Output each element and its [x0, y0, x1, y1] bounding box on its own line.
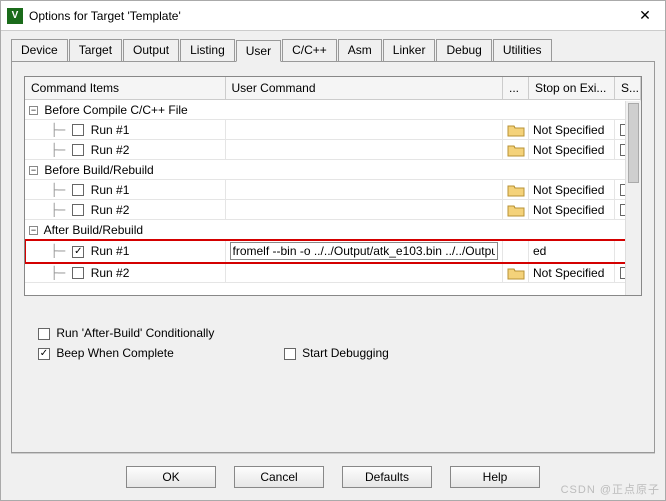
tree-toggle-icon[interactable]: −: [29, 166, 38, 175]
group-row[interactable]: − After Build/Rebuild: [25, 220, 641, 240]
tree-toggle-icon[interactable]: −: [29, 106, 38, 115]
ok-button[interactable]: OK: [126, 466, 216, 488]
help-button[interactable]: Help: [450, 466, 540, 488]
tabpanel-user: Command Items User Command ... Stop on E…: [11, 61, 655, 453]
tab-listing[interactable]: Listing: [180, 39, 235, 61]
tree-toggle-icon[interactable]: −: [29, 226, 38, 235]
run-checkbox[interactable]: [72, 184, 84, 196]
run-checkbox[interactable]: [72, 124, 84, 136]
stop-value: Not Specified: [533, 123, 604, 137]
browse-icon[interactable]: [507, 266, 525, 280]
scrollbar-thumb[interactable]: [628, 103, 639, 183]
run-label: Run #1: [91, 183, 130, 197]
group-row[interactable]: − Before Compile C/C++ File: [25, 100, 641, 120]
tab-target[interactable]: Target: [69, 39, 122, 61]
options-area: Run 'After-Build' Conditionally Beep Whe…: [24, 326, 642, 366]
table-row[interactable]: ├─ Run #2 Not Specified: [25, 263, 641, 283]
run-checkbox[interactable]: [72, 144, 84, 156]
tab-user[interactable]: User: [236, 40, 281, 62]
run-label: Run #1: [91, 244, 130, 258]
stop-value: ed: [533, 244, 546, 258]
table-row[interactable]: ├─ Run #1 ed: [25, 240, 641, 263]
grid-scrollbar[interactable]: [625, 101, 641, 295]
col-header-cmd[interactable]: User Command: [225, 77, 503, 100]
beep-label: Beep When Complete: [56, 346, 173, 360]
table-row[interactable]: ├─ Run #1 Not Specified: [25, 180, 641, 200]
stop-value: Not Specified: [533, 203, 604, 217]
user-command-input[interactable]: [230, 242, 499, 260]
run-checkbox[interactable]: [72, 246, 84, 258]
tab-linker[interactable]: Linker: [383, 39, 436, 61]
button-bar: OK Cancel Defaults Help: [11, 453, 655, 500]
start-debugging-label: Start Debugging: [302, 346, 389, 360]
command-grid: Command Items User Command ... Stop on E…: [24, 76, 642, 296]
table-row[interactable]: ├─ Run #2 Not Specified: [25, 200, 641, 220]
run-after-build-label: Run 'After-Build' Conditionally: [56, 326, 214, 340]
run-label: Run #2: [91, 203, 130, 217]
tab-device[interactable]: Device: [11, 39, 68, 61]
beep-checkbox[interactable]: [38, 348, 50, 360]
tab-ccpp[interactable]: C/C++: [282, 39, 337, 61]
close-icon: ✕: [639, 7, 651, 24]
stop-value: Not Specified: [533, 183, 604, 197]
col-header-stop[interactable]: Stop on Exi...: [529, 77, 615, 100]
dialog-window: V Options for Target 'Template' ✕ Device…: [0, 0, 666, 501]
tab-output[interactable]: Output: [123, 39, 179, 61]
browse-icon[interactable]: [507, 183, 525, 197]
tab-utilities[interactable]: Utilities: [493, 39, 552, 61]
table-row[interactable]: ├─ Run #1 Not Specified: [25, 120, 641, 140]
tab-asm[interactable]: Asm: [338, 39, 382, 61]
run-label: Run #1: [91, 123, 130, 137]
col-header-browse[interactable]: ...: [503, 77, 529, 100]
run-label: Run #2: [91, 266, 130, 280]
run-checkbox[interactable]: [72, 267, 84, 279]
app-icon: V: [7, 8, 23, 24]
col-header-items[interactable]: Command Items: [25, 77, 225, 100]
client-area: Device Target Output Listing User C/C++ …: [1, 31, 665, 500]
table-row[interactable]: ├─ Run #2 Not Specified: [25, 140, 641, 160]
tabstrip: Device Target Output Listing User C/C++ …: [11, 39, 655, 61]
close-button[interactable]: ✕: [625, 1, 665, 31]
titlebar: V Options for Target 'Template' ✕: [1, 1, 665, 31]
col-header-spawn[interactable]: S...: [615, 77, 641, 100]
browse-icon[interactable]: [507, 203, 525, 217]
stop-value: Not Specified: [533, 143, 604, 157]
cancel-button[interactable]: Cancel: [234, 466, 324, 488]
run-after-build-checkbox[interactable]: [38, 328, 50, 340]
browse-icon[interactable]: [507, 143, 525, 157]
run-checkbox[interactable]: [72, 204, 84, 216]
stop-value: Not Specified: [533, 266, 604, 280]
defaults-button[interactable]: Defaults: [342, 466, 432, 488]
run-label: Run #2: [91, 143, 130, 157]
window-title: Options for Target 'Template': [29, 9, 625, 23]
start-debugging-checkbox[interactable]: [284, 348, 296, 360]
group-row[interactable]: − Before Build/Rebuild: [25, 160, 641, 180]
tab-debug[interactable]: Debug: [436, 39, 491, 61]
browse-icon[interactable]: [507, 123, 525, 137]
